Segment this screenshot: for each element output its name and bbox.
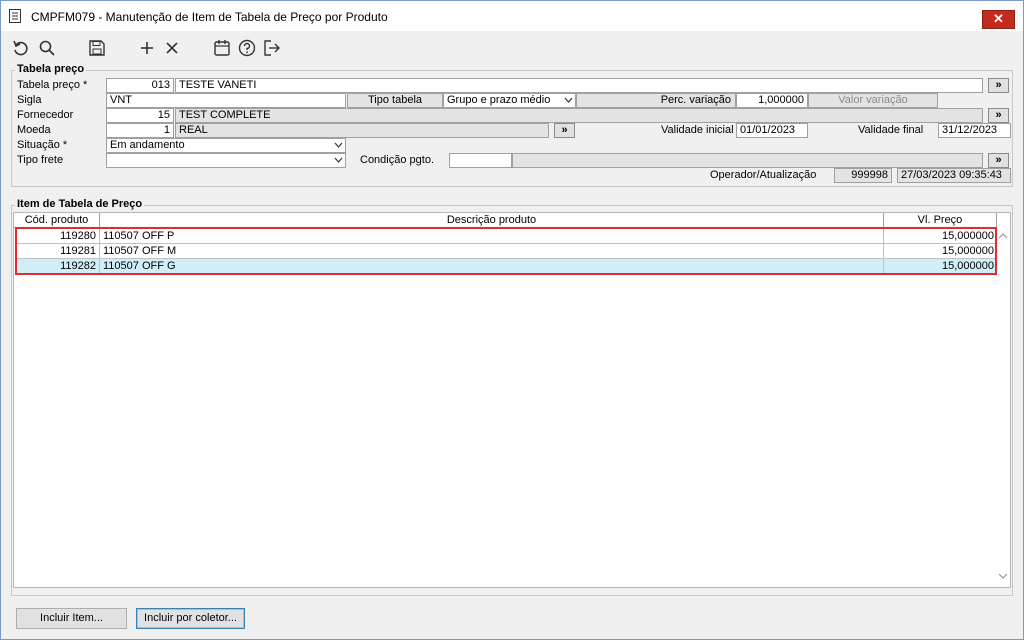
chevron-down-icon[interactable] [998,571,1008,583]
save-icon[interactable] [86,37,108,59]
tabela-preco-group-title: Tabela preço [15,63,87,75]
delete-icon[interactable] [161,37,183,59]
help-icon[interactable] [236,37,258,59]
situacao-label: Situação * [17,139,68,151]
column-header-code[interactable]: Cód. produto [14,213,100,228]
validade-final-label: Validade final [858,124,924,136]
tipo-tabela-label: Tipo tabela [367,94,423,106]
calendar-icon[interactable] [211,37,233,59]
incluir-item-button[interactable]: Incluir Item... [16,608,127,629]
title-bar: CMPFM079 - Manutenção de Item de Tabela … [1,1,1023,31]
search-icon[interactable] [36,37,58,59]
condicao-pgto-lookup-button[interactable]: » [988,153,1009,168]
perc-variacao-label-cell: Perc. variação [576,93,736,108]
items-group-title: Item de Tabela de Preço [15,198,145,210]
tabela-preco-code-field[interactable]: 013 [106,78,174,93]
chevron-up-icon[interactable] [998,231,1008,243]
validade-inicial-field[interactable]: 01/01/2023 [736,123,808,138]
fornecedor-lookup-button[interactable]: » [988,108,1009,123]
tipo-tabela-label-cell: Tipo tabela [347,93,443,108]
chevron-down-icon [334,155,343,165]
close-button[interactable]: ✕ [982,10,1015,29]
vertical-scrollbar[interactable] [996,228,1010,587]
condicao-pgto-label: Condição pgto. [360,154,434,166]
situacao-select[interactable]: Em andamento [106,138,346,153]
incluir-por-coletor-button[interactable]: Incluir por coletor... [136,608,245,629]
fornecedor-label: Fornecedor [17,109,74,121]
tipo-tabela-select[interactable]: Grupo e prazo médio [443,93,576,108]
tabela-preco-label: Tabela preço * [17,79,88,91]
moeda-name-field: REAL [175,123,549,138]
perc-variacao-field[interactable]: 1,000000 [736,93,808,108]
add-icon[interactable] [136,37,158,59]
valor-variacao-field[interactable]: Valor variação [808,93,938,108]
validade-final-field[interactable]: 31/12/2023 [938,123,1011,138]
operador-label: Operador/Atualização [710,169,817,181]
condicao-pgto-code-field[interactable] [449,153,512,168]
perc-variacao-label: Perc. variação [660,94,731,106]
tipo-tabela-value: Grupo e prazo médio [447,94,551,106]
tabela-preco-lookup-button[interactable]: » [988,78,1009,93]
exit-icon[interactable] [261,37,283,59]
column-header-description[interactable]: Descrição produto [100,213,884,228]
sigla-field[interactable]: VNT [106,93,346,108]
validade-inicial-label: Validade inicial [661,124,734,136]
moeda-lookup-button[interactable]: » [554,123,575,138]
chevron-down-icon [334,140,343,150]
window-title: CMPFM079 - Manutenção de Item de Tabela … [31,10,388,24]
sigla-label: Sigla [17,94,42,106]
condicao-pgto-name-field [512,153,983,168]
selection-highlight [15,227,997,275]
fornecedor-code-field[interactable]: 15 [106,108,174,123]
tipo-frete-select[interactable] [106,153,346,168]
tipo-frete-label: Tipo frete [17,154,64,166]
main-window: CMPFM079 - Manutenção de Item de Tabela … [0,0,1024,640]
toolbar [1,37,1023,61]
fornecedor-name-field: TEST COMPLETE [175,108,983,123]
moeda-label: Moeda [17,124,51,136]
tabela-preco-name-field[interactable]: TESTE VANETI [175,78,983,93]
operador-datetime-field: 27/03/2023 09:35:43 [897,168,1011,183]
undo-icon[interactable] [10,37,32,59]
moeda-code-field[interactable]: 1 [106,123,174,138]
column-header-price[interactable]: Vl. Preço [884,213,997,228]
chevron-down-icon [564,95,573,105]
document-icon [9,9,21,23]
situacao-value: Em andamento [110,139,185,151]
operador-code-field: 999998 [834,168,892,183]
